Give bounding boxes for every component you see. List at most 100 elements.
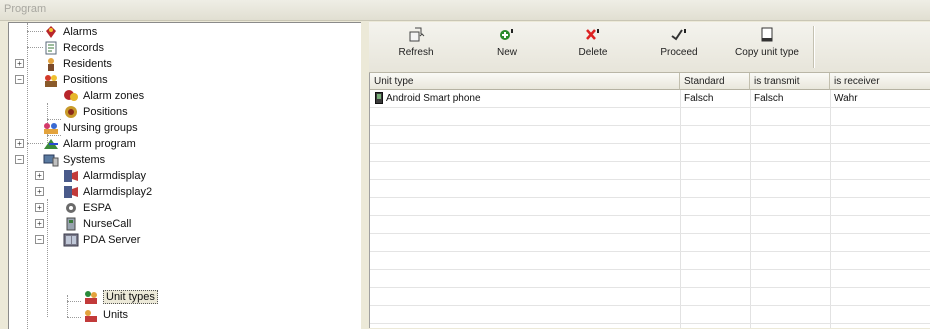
table-row-empty — [370, 288, 930, 306]
tree-connector — [67, 295, 68, 317]
table-row-empty — [370, 144, 930, 162]
systems-computer-icon — [43, 154, 59, 167]
alarm-zone-icon — [64, 90, 78, 101]
expand-icon[interactable]: + — [15, 59, 24, 68]
tree-item-label: Positions — [63, 74, 108, 86]
nursing-group-icon — [44, 123, 58, 134]
expand-icon[interactable]: + — [35, 203, 44, 212]
pane-splitter[interactable] — [361, 22, 369, 328]
toolbar-separator — [813, 26, 815, 68]
column-header-is-transmit[interactable]: is transmit — [750, 73, 830, 90]
cell-standard: Falsch — [684, 93, 714, 104]
tree-item-nursecall[interactable]: NurseCall — [63, 216, 131, 232]
tree-item-label: Residents — [63, 58, 112, 70]
delete-icon — [586, 29, 599, 40]
collapse-icon[interactable]: − — [35, 235, 44, 244]
tree-item-units[interactable]: Units — [83, 307, 128, 323]
table-row-empty — [370, 234, 930, 252]
tree-item-label: Alarmdisplay — [83, 170, 146, 182]
navigation-tree[interactable]: Alarms Records + Residents − Positions A… — [8, 22, 361, 329]
tree-item-alarm-zones[interactable]: Alarm zones — [63, 88, 144, 104]
alarm-program-icon — [44, 139, 58, 149]
copy-unit-type-label: Copy unit type — [735, 47, 799, 58]
nursecall-device-icon — [66, 217, 76, 231]
table-row-empty — [370, 198, 930, 216]
proceed-checkmark-icon — [671, 29, 686, 41]
refresh-label: Refresh — [398, 47, 434, 58]
tree-item-pda-server[interactable]: PDA Server — [63, 232, 140, 248]
tree-connector — [67, 317, 81, 318]
positions-group-icon — [45, 75, 57, 87]
delete-label: Delete — [578, 47, 608, 58]
tree-connector — [67, 301, 81, 302]
alarm-bell-icon — [46, 26, 56, 38]
copy-icon — [761, 27, 773, 42]
proceed-button[interactable]: Proceed — [657, 26, 701, 66]
tree-connector — [27, 31, 43, 32]
tree-item-label: Positions — [83, 106, 128, 118]
toolbar: Refresh New Delete Proceed Copy unit typ… — [369, 22, 930, 73]
tree-item-alarmdisplay2[interactable]: Alarmdisplay2 — [63, 184, 152, 200]
window-titlebar: Program — [0, 0, 930, 21]
table-row-empty — [370, 306, 930, 324]
tree-item-positions-child[interactable]: Positions — [63, 104, 128, 120]
table-row-empty — [370, 252, 930, 270]
expand-icon[interactable]: + — [35, 219, 44, 228]
tree-item-records[interactable]: Records — [43, 40, 104, 56]
tree-item-positions[interactable]: Positions — [43, 72, 108, 88]
tree-item-systems[interactable]: Systems — [43, 152, 105, 168]
tree-connector — [27, 143, 43, 144]
refresh-icon — [409, 27, 425, 42]
delete-button[interactable]: Delete — [571, 26, 615, 66]
cell-is-receiver: Wahr — [834, 93, 858, 104]
unit-types-table: Unit type Standard is transmit is receiv… — [369, 73, 930, 328]
new-label: New — [496, 47, 517, 58]
tree-item-alarms[interactable]: Alarms — [43, 24, 97, 40]
window-title: Program — [4, 3, 47, 15]
tree-item-label: Records — [63, 42, 104, 54]
tree-item-residents[interactable]: Residents — [43, 56, 112, 72]
collapse-icon[interactable]: − — [15, 75, 24, 84]
pda-server-icon — [63, 233, 79, 247]
phone-icon — [375, 92, 383, 104]
tree-item-label: ESPA — [83, 202, 112, 214]
cell-is-transmit: Falsch — [754, 93, 784, 104]
records-document-icon — [45, 41, 57, 55]
resident-person-icon — [48, 58, 54, 71]
proceed-label: Proceed — [660, 47, 698, 58]
alarmdisplay-icon — [64, 186, 78, 198]
alarmdisplay-icon — [64, 170, 78, 182]
table-row-empty — [370, 126, 930, 144]
column-header-is-receiver[interactable]: is receiver — [830, 73, 930, 90]
table-row[interactable]: Android Smart phone Falsch Falsch Wahr — [370, 90, 930, 108]
tree-item-label: Nursing groups — [63, 122, 138, 134]
tree-item-unit-types[interactable]: Unit types — [83, 289, 158, 305]
tree-item-label: Alarm zones — [83, 90, 145, 102]
position-icon — [65, 106, 77, 118]
tree-item-alarm-program[interactable]: Alarm program — [43, 136, 136, 152]
tree-connector — [27, 47, 43, 48]
tree-item-nursing-groups[interactable]: Nursing groups — [43, 120, 138, 136]
tree-item-label: Systems — [63, 154, 106, 166]
unit-types-icon — [85, 291, 97, 304]
tree-item-label: PDA Server — [83, 234, 141, 246]
tree-item-label: Units — [103, 309, 129, 321]
tree-item-label: Alarms — [63, 26, 98, 38]
table-row-empty — [370, 108, 930, 126]
copy-unit-type-button[interactable]: Copy unit type — [727, 26, 807, 66]
table-row-empty — [370, 162, 930, 180]
tree-item-alarmdisplay[interactable]: Alarmdisplay — [63, 168, 146, 184]
table-row-empty — [370, 216, 930, 234]
new-button[interactable]: New — [487, 26, 527, 66]
tree-item-espa[interactable]: ESPA — [63, 200, 112, 216]
table-row-empty — [370, 180, 930, 198]
refresh-button[interactable]: Refresh — [393, 26, 439, 66]
tree-item-label: NurseCall — [83, 218, 132, 230]
expand-icon[interactable]: + — [15, 139, 24, 148]
expand-icon[interactable]: + — [35, 171, 44, 180]
expand-icon[interactable]: + — [35, 187, 44, 196]
column-header-unit-type[interactable]: Unit type — [370, 73, 680, 90]
column-header-standard[interactable]: Standard — [680, 73, 750, 90]
tree-connector — [27, 23, 28, 329]
collapse-icon[interactable]: − — [15, 155, 24, 164]
